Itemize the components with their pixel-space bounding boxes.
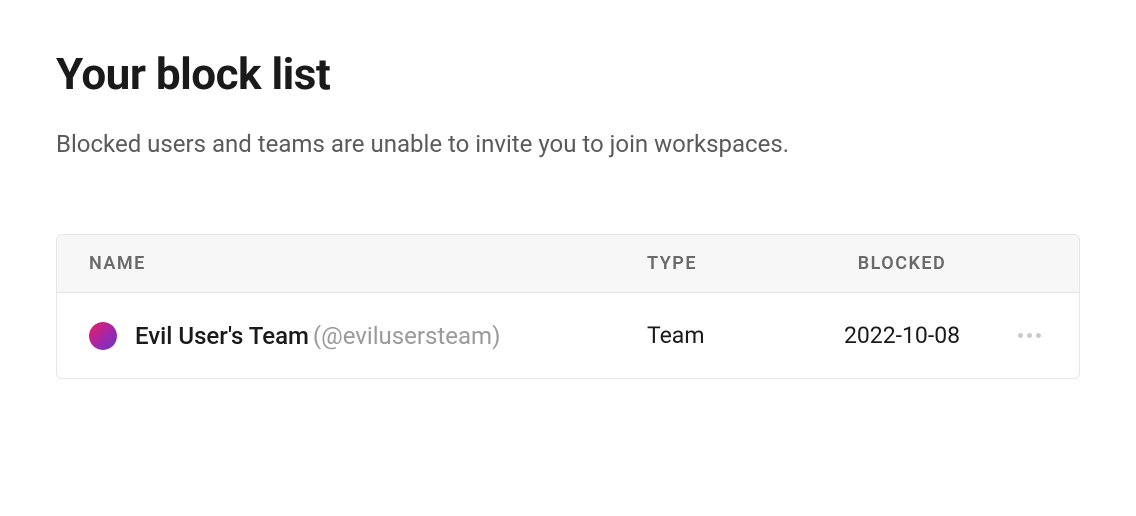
name-cell: Evil User's Team (@evilusersteam) (89, 322, 647, 350)
avatar (89, 322, 117, 350)
table-header: NAME TYPE BLOCKED (57, 235, 1079, 293)
block-list-table: NAME TYPE BLOCKED Evil User's Team (@evi… (56, 234, 1080, 380)
page-title: Your block list (56, 48, 1080, 100)
table-row: Evil User's Team (@evilusersteam) Team 2… (57, 293, 1079, 379)
name-wrapper: Evil User's Team (@evilusersteam) (135, 322, 500, 350)
blocked-entity-handle: (@evilusersteam) (313, 322, 501, 350)
column-header-actions (987, 253, 1047, 274)
action-cell (987, 327, 1047, 344)
column-header-type: TYPE (647, 253, 817, 274)
column-header-blocked: BLOCKED (817, 253, 987, 274)
more-icon (1018, 333, 1023, 338)
type-cell: Team (647, 322, 817, 349)
more-icon (1027, 333, 1032, 338)
more-actions-button[interactable] (1012, 327, 1047, 344)
blocked-date-cell: 2022-10-08 (817, 321, 987, 351)
column-header-name: NAME (89, 253, 647, 274)
page-description: Blocked users and teams are unable to in… (56, 128, 1080, 162)
blocked-entity-name: Evil User's Team (135, 322, 309, 350)
more-icon (1036, 333, 1041, 338)
